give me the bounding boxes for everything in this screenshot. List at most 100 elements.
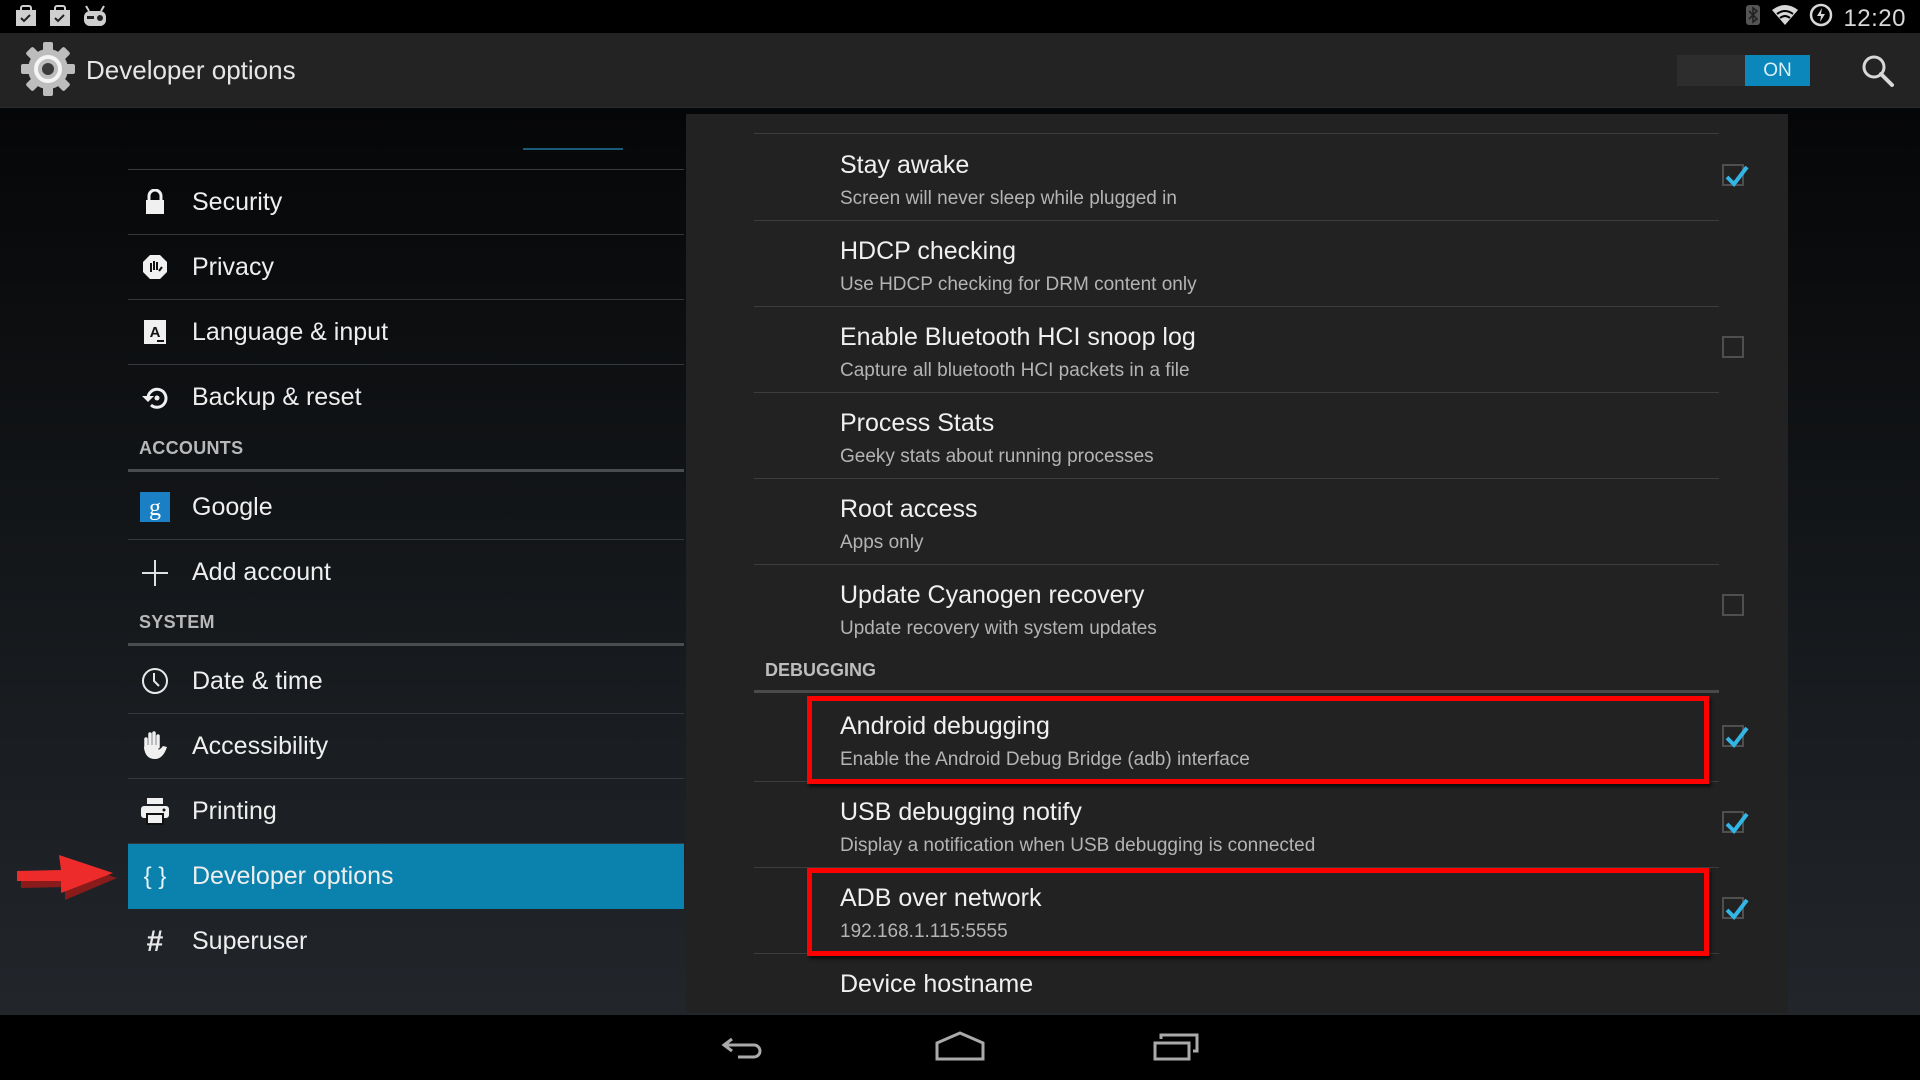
section-header-label: ACCOUNTS	[139, 438, 244, 458]
settings-gear-icon[interactable]	[18, 39, 78, 99]
pref-title: Update Cyanogen recovery	[840, 581, 1145, 609]
stay-awake-checkbox[interactable]	[1722, 164, 1749, 188]
action-bar: Developer options ON	[0, 33, 1920, 108]
pref-row-adb-over-network[interactable]: ADB over network 192.168.1.115:5555	[754, 868, 1749, 954]
bluetooth-icon	[1745, 3, 1761, 34]
sidebar-item-backup-reset[interactable]: Backup & reset	[128, 365, 684, 430]
sidebar-item-security[interactable]: Security	[128, 170, 684, 235]
pref-title: Root access	[840, 495, 978, 523]
privacy-hand-icon	[140, 252, 170, 282]
back-icon[interactable]	[718, 1029, 766, 1065]
sidebar-item-language-input[interactable]: A Language & input	[128, 300, 684, 365]
pref-row-hdcp-checking[interactable]: HDCP checking Use HDCP checking for DRM …	[754, 221, 1719, 307]
sidebar-item-privacy[interactable]: Privacy	[128, 235, 684, 300]
pref-row-android-debugging[interactable]: Android debugging Enable the Android Deb…	[754, 696, 1749, 782]
settings-sidebar: Security Privacy A Language & input Back…	[128, 108, 684, 1015]
pref-title: Device hostname	[840, 970, 1034, 998]
pref-row-usb-debugging-notify[interactable]: USB debugging notify Display a notificat…	[754, 782, 1749, 868]
search-icon[interactable]	[1860, 53, 1896, 89]
developer-options-toggle[interactable]: ON	[1677, 55, 1810, 86]
pref-row-update-cyanogen-recovery[interactable]: Update Cyanogen recovery Update recovery…	[754, 565, 1744, 651]
sidebar-item-label: Security	[192, 187, 283, 216]
sidebar-item-label: Developer options	[192, 862, 394, 890]
sidebar-item-date-time[interactable]: Date & time	[128, 649, 684, 714]
pref-title: Enable Bluetooth HCI snoop log	[840, 323, 1196, 351]
svg-text:A: A	[150, 324, 161, 341]
pref-title: ADB over network	[840, 884, 1042, 912]
section-header-label: SYSTEM	[139, 612, 215, 632]
pref-row-process-stats[interactable]: Process Stats Geeky stats about running …	[754, 393, 1719, 479]
pref-row-device-hostname[interactable]: Device hostname	[754, 954, 1719, 1013]
navigation-bar	[0, 1015, 1920, 1080]
sidebar-item-superuser[interactable]: # Superuser	[128, 909, 684, 974]
home-icon[interactable]	[935, 1029, 985, 1065]
sidebar-item-label: Printing	[192, 796, 277, 825]
sidebar-item-label: Accessibility	[192, 731, 329, 760]
pref-row-clipped	[754, 114, 1719, 134]
recent-apps-icon[interactable]	[1153, 1029, 1199, 1065]
lock-icon	[140, 187, 170, 217]
adb-over-network-checkbox[interactable]	[1722, 897, 1749, 921]
hand-icon	[140, 731, 170, 761]
clock: 12:20	[1843, 4, 1906, 32]
pref-summary: Update recovery with system updates	[840, 618, 1157, 639]
sidebar-item-label: Backup & reset	[192, 383, 362, 411]
toggle-on-label: ON	[1745, 55, 1810, 86]
section-header-system: SYSTEM	[128, 606, 684, 646]
pref-title: Process Stats	[840, 409, 995, 437]
pref-row-bluetooth-hci-snoop[interactable]: Enable Bluetooth HCI snoop log Capture a…	[754, 307, 1744, 393]
section-header-label: DEBUGGING	[765, 660, 877, 680]
pref-row-root-access[interactable]: Root access Apps only	[754, 479, 1719, 565]
scroll-indicator	[523, 148, 623, 150]
sidebar-item-label: Superuser	[192, 927, 308, 955]
pref-summary: Apps only	[840, 532, 924, 553]
pref-summary: Enable the Android Debug Bridge (adb) in…	[840, 749, 1250, 770]
usb-debugging-notify-checkbox[interactable]	[1722, 811, 1749, 835]
braces-icon: { }	[143, 862, 167, 890]
main-area: Security Privacy A Language & input Back…	[0, 108, 1920, 1015]
developer-options-list: Stay awake Screen will never sleep while…	[686, 114, 1788, 1013]
cyanogenmod-icon[interactable]	[82, 5, 106, 27]
plus-icon	[140, 558, 170, 588]
battery-charging-icon	[1809, 3, 1833, 34]
section-header-accounts: ACCOUNTS	[128, 432, 684, 472]
pref-title: Stay awake	[840, 151, 970, 179]
section-header-debugging: DEBUGGING	[754, 655, 1719, 693]
pref-title: USB debugging notify	[840, 798, 1082, 826]
wifi-icon	[1771, 4, 1799, 33]
sidebar-item-printing[interactable]: Printing	[128, 779, 684, 844]
keyboard-a-icon: A	[140, 317, 170, 347]
google-icon: g	[140, 492, 170, 522]
status-bar: 12:20	[0, 0, 1920, 33]
sidebar-item-accessibility[interactable]: Accessibility	[128, 714, 684, 779]
sidebar-item-label: Date & time	[192, 666, 323, 695]
sidebar-item-label: Language & input	[192, 317, 389, 346]
pref-summary: Capture all bluetooth HCI packets in a f…	[840, 360, 1190, 381]
pref-summary: Screen will never sleep while plugged in	[840, 188, 1177, 209]
hash-icon: #	[146, 924, 164, 958]
pref-row-stay-awake[interactable]: Stay awake Screen will never sleep while…	[754, 135, 1749, 221]
sidebar-item-add-account[interactable]: Add account	[128, 540, 684, 605]
page-title: Developer options	[86, 55, 296, 85]
red-arrow-annotation	[15, 853, 117, 903]
sidebar-item-developer-options[interactable]: { } Developer options	[128, 844, 684, 909]
sidebar-item-label: Google	[192, 492, 273, 521]
pref-summary: 192.168.1.115:5555	[840, 921, 1008, 942]
play-store-update-icon[interactable]	[48, 5, 72, 27]
pref-title: HDCP checking	[840, 237, 1017, 265]
android-debugging-checkbox[interactable]	[1722, 725, 1749, 749]
pref-summary: Geeky stats about running processes	[840, 446, 1154, 467]
svg-text:g: g	[149, 495, 161, 521]
pref-summary: Use HDCP checking for DRM content only	[840, 274, 1197, 295]
printer-icon	[140, 796, 170, 826]
restore-icon	[140, 383, 170, 413]
play-store-update-icon[interactable]	[14, 5, 38, 27]
bluetooth-hci-snoop-checkbox[interactable]	[1722, 336, 1744, 358]
update-recovery-checkbox[interactable]	[1722, 594, 1744, 616]
clock-icon	[140, 666, 170, 696]
sidebar-item-google[interactable]: g Google	[128, 475, 684, 540]
pref-title: Android debugging	[840, 712, 1050, 740]
pref-summary: Display a notification when USB debuggin…	[840, 835, 1316, 856]
sidebar-item-label: Privacy	[192, 252, 274, 281]
sidebar-item-label: Add account	[192, 558, 331, 586]
